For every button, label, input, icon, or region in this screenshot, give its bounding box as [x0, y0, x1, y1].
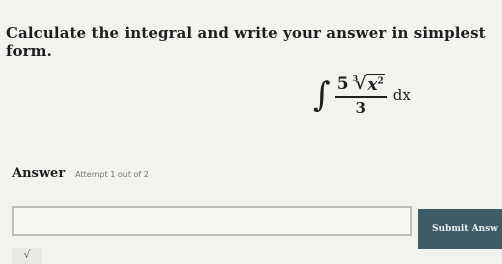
integral-fraction: 5 3 √ x2 3 [334, 72, 387, 117]
integral-sign: ∫ [313, 75, 331, 115]
radicand-exponent: 2 [377, 75, 384, 86]
answer-input[interactable] [12, 206, 412, 236]
integral-expression: ∫ 5 3 √ x2 3 dx [313, 60, 411, 130]
root-index: 3 [352, 72, 359, 83]
sqrt-tool-button[interactable]: √ [12, 248, 42, 264]
question-prompt: Calculate the integral and write your an… [6, 24, 486, 60]
answer-label: Answer [12, 166, 66, 181]
attempt-counter: Attempt 1 out of 2 [75, 170, 149, 179]
fraction-denominator: 3 [355, 98, 366, 117]
radicand-base: x [367, 74, 378, 95]
fraction-bar [334, 95, 387, 98]
radicand: x2 [366, 73, 385, 95]
answer-header: Answer Attempt 1 out of 2 [12, 166, 149, 181]
cube-root: 3 √ x2 [350, 72, 385, 95]
fraction-numerator: 5 3 √ x2 [335, 72, 387, 95]
differential: dx [392, 86, 411, 104]
coefficient: 5 [336, 73, 349, 94]
submit-answer-button[interactable]: Submit Answ [418, 209, 502, 249]
